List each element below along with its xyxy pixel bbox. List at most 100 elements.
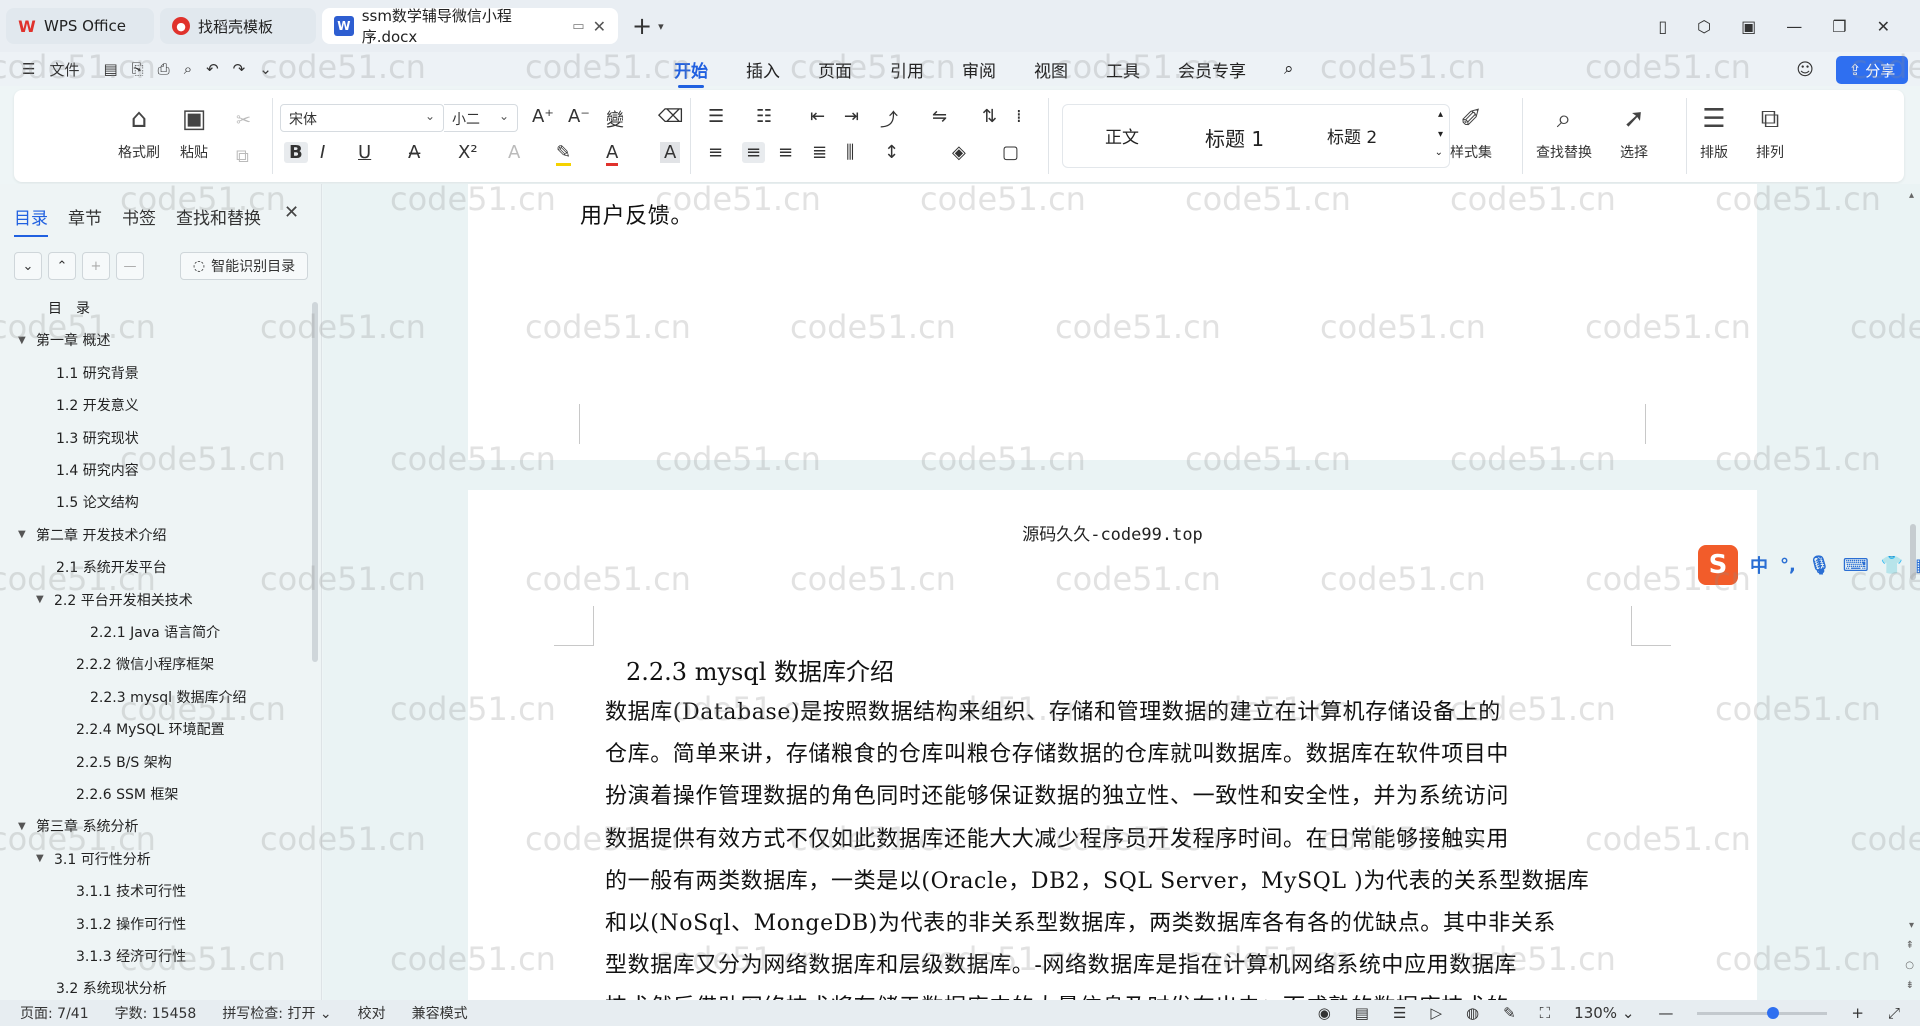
hamburger-icon[interactable]: ☰ (22, 60, 35, 78)
zoom-out-icon[interactable]: — (1658, 1004, 1673, 1022)
paragraph-line[interactable]: 型数据库又分为网络数据库和层级数据库。-网络数据库是指在计算机网络系统中应用数据… (605, 947, 1517, 979)
chevron-down-icon[interactable]: ▾ (1438, 129, 1443, 140)
toc-item[interactable]: ▼ 第一章 概述 (18, 330, 110, 350)
export-icon[interactable]: ⎘ (132, 60, 144, 78)
tab-page[interactable]: 页面 (818, 57, 852, 82)
cut-icon[interactable]: ✂ (236, 110, 251, 131)
increase-indent-icon[interactable]: ⇥ (844, 106, 859, 127)
toc-item[interactable]: ▼ 第三章 系统分析 (18, 816, 138, 836)
expand-arrow-icon[interactable]: ▼ (36, 853, 46, 864)
toc-item[interactable]: 2.2.5 B/S 架构 (76, 752, 172, 772)
keyboard-icon[interactable]: ⌨ (1843, 555, 1869, 576)
zoom-knob[interactable] (1767, 1006, 1780, 1019)
toolbox-icon[interactable]: ▦ (1915, 555, 1920, 576)
font-size-select[interactable]: 小二 ⌄ (444, 104, 518, 132)
show-marks-icon[interactable]: ⁞ (1016, 106, 1022, 127)
toc-item[interactable]: 1.3 研究现状 (56, 428, 139, 448)
align-center-icon[interactable]: ≡ (742, 142, 766, 163)
line-spacing-icon[interactable]: ↕ (884, 142, 899, 163)
outline-view-icon[interactable]: ☰ (1393, 1004, 1406, 1022)
punctuation-icon[interactable]: °, (1780, 555, 1796, 576)
plus-icon[interactable]: + (82, 252, 110, 280)
toc-item[interactable]: ▼ 2.2 平台开发相关技术 (36, 590, 193, 610)
toc-item[interactable]: 3.1.3 经济可行性 (76, 946, 186, 966)
paragraph-line[interactable]: 和以(NoSql、MongeDB)为代表的非关系型数据库，两类数据库各有各的优缺… (605, 905, 1556, 937)
expand-icon[interactable]: ⌄ (1435, 147, 1443, 158)
toc-item[interactable]: 1.2 开发意义 (56, 395, 139, 415)
paragraph-line[interactable]: 数据提供有效方式不仅如此数据库还能大大减少程序员开发程序时间。在日常能够接触实用 (605, 821, 1509, 853)
word-count[interactable]: 字数: 15458 (115, 1003, 197, 1023)
chevron-down-icon[interactable]: ⌄ (259, 60, 272, 78)
toc-item[interactable]: 3.1.1 技术可行性 (76, 881, 186, 901)
microphone-icon[interactable]: 🎙 (1808, 555, 1831, 576)
zoom-level[interactable]: 130% ⌄ (1574, 1004, 1634, 1022)
play-icon[interactable]: ▷ (1430, 1004, 1442, 1022)
ime-lang-toggle[interactable]: 中 (1750, 552, 1768, 578)
smart-toc-button[interactable]: ◌ 智能识别目录 (180, 252, 308, 280)
eye-protection-icon[interactable]: ◉ (1318, 1004, 1331, 1022)
bold-icon[interactable]: B (284, 142, 308, 163)
style-heading-2[interactable]: 标题 2 (1327, 123, 1377, 148)
spellcheck-toggle[interactable]: 拼写检查: 打开 ⌄ (222, 1003, 331, 1023)
toc-item[interactable]: 2.1 系统开发平台 (56, 557, 167, 577)
chevron-down-icon[interactable]: ▾ (658, 20, 664, 33)
minus-icon[interactable]: — (116, 252, 144, 280)
chevron-down-icon[interactable]: ⌄ (14, 252, 42, 280)
expand-arrow-icon[interactable]: ▼ (36, 594, 46, 605)
save-icon[interactable]: ▤ (103, 60, 117, 78)
toc-item[interactable]: 2.2.1 Java 语言简介 (90, 622, 220, 642)
zoom-slider[interactable] (1697, 1006, 1828, 1019)
justify-icon[interactable]: ≣ (812, 142, 827, 163)
next-page-icon[interactable]: ⇟ (1906, 980, 1914, 991)
tab-insert[interactable]: 插入 (746, 57, 780, 82)
paragraph-line[interactable]: 技术然后借助网络技术将存储于数据库中的大量信息及时发布出去；而成熟的数据库技术的 (605, 989, 1509, 1000)
page-view-icon[interactable]: ▤ (1355, 1004, 1369, 1022)
tab-home[interactable]: 开始 (674, 57, 708, 88)
tab-references[interactable]: 引用 (890, 57, 924, 82)
superscript-icon[interactable]: X² (458, 142, 478, 163)
tab-document[interactable]: W ssm数学辅导微信小程序.docx ▭ ✕ (322, 7, 618, 46)
fullscreen-icon[interactable]: ⤢ (1888, 1004, 1900, 1022)
sogou-logo-icon[interactable]: S (1698, 545, 1738, 585)
style-set-button[interactable]: ✐ 样式集 (1450, 104, 1492, 162)
chevron-up-icon[interactable]: ▴ (1909, 190, 1914, 201)
paragraph-line[interactable]: 的一般有两类数据库，一类是以(Oracle，DB2，SQL Server，MyS… (605, 863, 1589, 895)
expand-arrow-icon[interactable]: ▼ (18, 821, 28, 832)
bullet-list-icon[interactable]: ☰ (708, 106, 724, 127)
find-replace-button[interactable]: ⌕ 查找替换 (1536, 104, 1592, 162)
tab-member[interactable]: 会员专享 (1178, 57, 1246, 82)
decrease-indent-icon[interactable]: ⇤ (810, 106, 825, 127)
close-icon[interactable]: ✕ (284, 202, 299, 223)
cube-icon[interactable]: ⬡ (1697, 17, 1711, 36)
font-color-icon[interactable]: A (606, 142, 619, 166)
tab-toc[interactable]: 目录 (14, 204, 48, 237)
paragraph-line[interactable]: 数据库(Database)是按照数据结构来组织、存储和管理数据的建立在计算机存储… (605, 694, 1501, 726)
select-button[interactable]: ➚ 选择 (1620, 104, 1648, 162)
toc-item[interactable]: 2.2.2 微信小程序框架 (76, 654, 214, 674)
expand-arrow-icon[interactable]: ▼ (18, 335, 28, 346)
toc-item[interactable]: ▼ 3.1 可行性分析 (36, 849, 151, 869)
arrange-button[interactable]: ⧉ 排列 (1756, 104, 1784, 162)
expand-arrow-icon[interactable]: ▼ (18, 529, 28, 540)
tab-bookmarks[interactable]: 书签 (122, 204, 156, 229)
tab-chapters[interactable]: 章节 (68, 204, 102, 229)
share-button[interactable]: ⇪ 分享 (1836, 56, 1908, 84)
format-painter-button[interactable]: ⌂ 格式刷 (118, 104, 160, 162)
text-effect-icon[interactable]: A (508, 142, 520, 163)
distribute-icon[interactable]: ⫼ (846, 142, 854, 163)
zoom-in-icon[interactable]: + (1851, 1004, 1864, 1022)
close-icon[interactable]: ✕ (593, 17, 606, 36)
shading-icon[interactable]: ◈ (952, 142, 966, 163)
paste-button[interactable]: ▣ 粘贴 (180, 104, 208, 162)
paragraph-line[interactable]: 用户反馈。 (580, 198, 693, 230)
toc-item[interactable]: 1.5 论文结构 (56, 492, 139, 512)
paragraph-line[interactable]: 扮演着操作管理数据的角色同时还能够保证数据的独立性、一致性和安全性，并为系统访问 (605, 778, 1509, 810)
section-heading[interactable]: 2.2.3 mysql 数据库介绍 (626, 652, 894, 687)
search-icon[interactable]: ⌕ (1284, 59, 1294, 79)
tab-wps-office[interactable]: W WPS Office (6, 8, 154, 44)
maximize-icon[interactable]: ❐ (1832, 17, 1846, 36)
clear-format-icon[interactable]: ⌫ (658, 106, 683, 127)
border-icon[interactable]: ▢ (1002, 142, 1019, 163)
tab-docer-templates[interactable]: ● 找稻壳模板 (160, 8, 316, 44)
toc-item[interactable]: 1.4 研究内容 (56, 460, 139, 480)
